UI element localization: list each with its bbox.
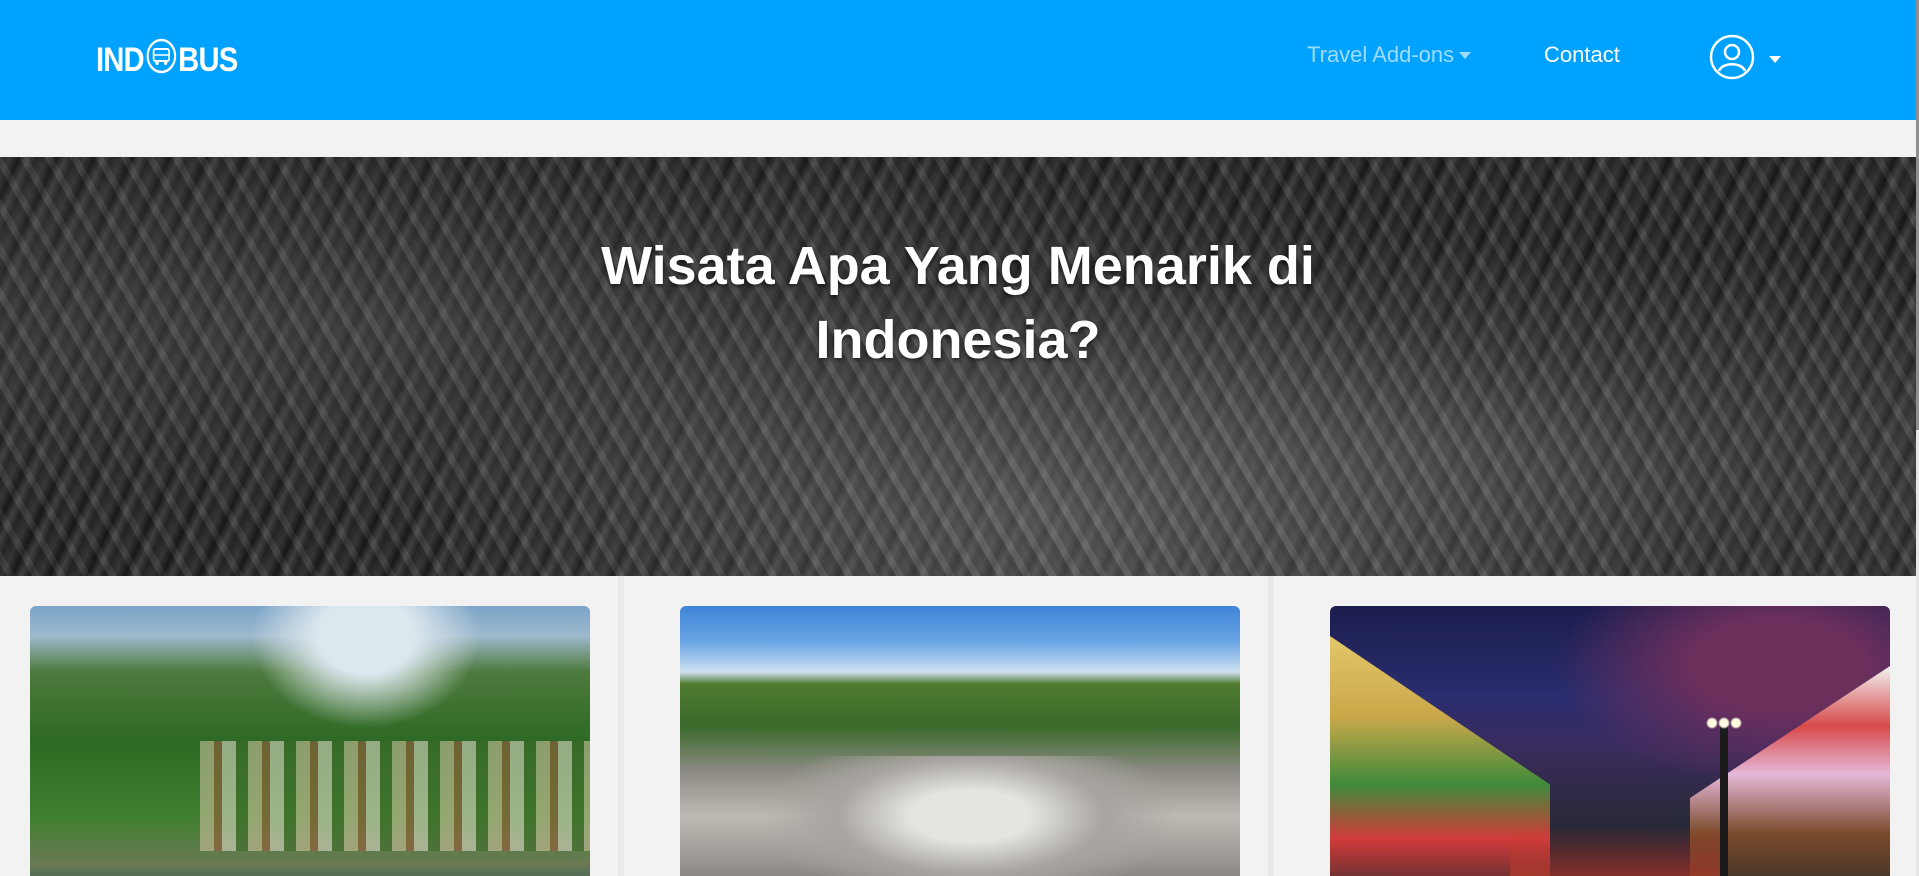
logo-text-right: BUS [178,40,238,79]
travel-addons-dropdown[interactable]: Travel Add-ons [1307,40,1472,70]
destination-cards [0,576,1916,876]
contact-link[interactable]: Contact [1544,40,1620,70]
user-menu-dropdown[interactable] [1709,34,1781,85]
photo-detail [1510,826,1720,876]
bus-globe-icon [146,38,177,83]
logo-text-left: IND [96,40,145,79]
night-street-shops-photo[interactable] [1330,606,1890,876]
column-divider [1268,576,1274,876]
photo-detail [760,756,1180,876]
hero-banner: Wisata Apa Yang Menarik di Indonesia? [0,157,1916,576]
hero-title: Wisata Apa Yang Menarik di Indonesia? [601,236,1315,370]
travel-addons-label: Travel Add-ons [1307,42,1455,67]
photo-detail [200,741,590,851]
column-divider [618,576,624,876]
volcano-crater-photo[interactable] [680,606,1240,876]
brand-logo[interactable]: IND BUS [96,38,238,83]
street-lamp [1706,716,1742,876]
navbar: IND BUS Travel Add-ons Contact [0,0,1916,120]
caret-down-icon [1769,56,1781,63]
lakeside-town-mountain-photo[interactable] [30,606,590,876]
caret-down-icon [1459,51,1472,59]
user-circle-icon [1709,34,1755,85]
